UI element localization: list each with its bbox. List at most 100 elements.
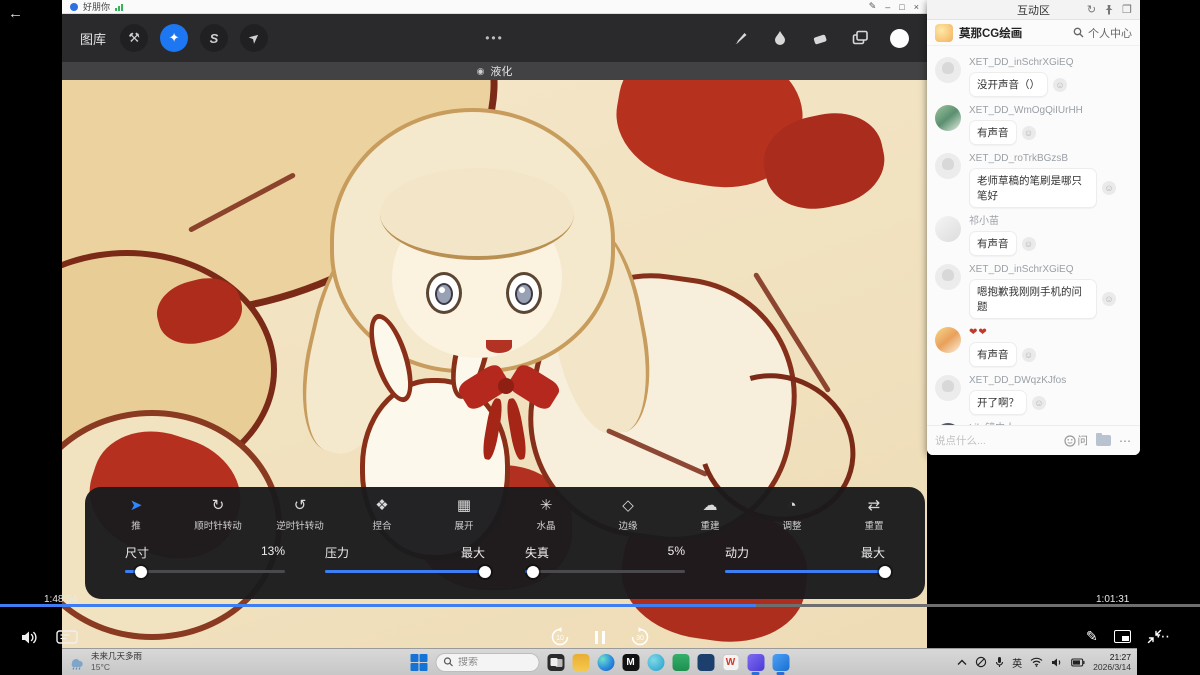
emoji-react-icon[interactable]: ☺ (1032, 396, 1046, 410)
message-bubble: 有声音 (969, 120, 1017, 145)
search-icon[interactable] (1073, 27, 1084, 38)
liquify-tool-edge[interactable]: ◇边缘 (599, 496, 657, 532)
artwork-shape (486, 340, 512, 353)
chat-message-list[interactable]: XET_DD_inSchrXGiEQ 没开声音（）☺ XET_DD_WmOgQi… (927, 46, 1140, 455)
wifi-icon[interactable] (1030, 657, 1043, 667)
app-navy-icon[interactable] (697, 654, 714, 671)
player-more-icon[interactable]: ⋯ (1156, 628, 1171, 645)
do-not-disturb-icon[interactable] (975, 656, 987, 668)
message-username: ❤❤ (969, 326, 1132, 339)
back-icon[interactable]: ← (8, 5, 23, 22)
liquify-tool-pinch[interactable]: ❖捏合 (353, 496, 411, 532)
battery-icon[interactable] (1071, 658, 1085, 667)
emoji-react-icon[interactable]: ☺ (1022, 348, 1036, 362)
adjustments-wand-icon[interactable]: ✦ (160, 24, 188, 52)
ask-question-button[interactable]: 问 (1064, 433, 1089, 448)
language-indicator[interactable]: 英 (1012, 655, 1022, 670)
emoji-react-icon[interactable]: ☺ (1102, 292, 1116, 306)
refresh-icon[interactable]: ↻ (1087, 3, 1096, 16)
wps-office-icon[interactable]: W (722, 654, 739, 671)
chat-more-icon[interactable]: ⋯ (1119, 434, 1132, 448)
eraser-icon[interactable] (810, 28, 830, 48)
emoji-react-icon[interactable]: ☺ (1022, 126, 1036, 140)
pip-icon[interactable] (1114, 630, 1131, 643)
notes-pencil-icon[interactable]: ✎ (1086, 628, 1098, 645)
taskbar-search-input[interactable] (458, 657, 528, 668)
smudge-icon[interactable] (770, 28, 790, 48)
microphone-icon[interactable] (995, 656, 1004, 668)
selection-icon[interactable]: S (200, 24, 228, 52)
pressure-slider[interactable]: 压力最大 (325, 544, 485, 573)
weather-widget[interactable]: 未来几天多雨 15°C (68, 651, 142, 673)
taskbar-clock[interactable]: 21:27 2026/3/14 (1093, 652, 1131, 672)
layers-icon[interactable] (850, 28, 870, 48)
momentum-slider[interactable]: 动力最大 (725, 544, 885, 573)
popout-icon[interactable]: ❐ (1122, 3, 1132, 16)
app-purple-running-icon[interactable] (747, 654, 764, 671)
liquify-tool-expand[interactable]: ▦展开 (435, 496, 493, 532)
speaker-icon[interactable] (1051, 657, 1063, 668)
message-bubble: 老师草稿的笔刷是哪只笔好 (969, 168, 1097, 208)
avatar[interactable] (935, 327, 961, 353)
actions-wrench-icon[interactable]: ⚒ (120, 24, 148, 52)
liquify-tool-reset[interactable]: ⇄重置 (845, 496, 903, 532)
color-swatch[interactable] (890, 29, 909, 48)
slider-knob[interactable] (135, 566, 147, 578)
emoji-react-icon[interactable]: ☺ (1102, 181, 1116, 195)
forward-30-icon[interactable]: 30 (629, 626, 651, 647)
app-green-icon[interactable] (672, 654, 689, 671)
liquify-tool-crystal[interactable]: ✳水晶 (517, 496, 575, 532)
distortion-slider[interactable]: 失真5% (525, 544, 685, 573)
avatar[interactable] (935, 105, 961, 131)
volume-icon[interactable] (20, 629, 39, 646)
brush-icon[interactable] (730, 28, 750, 48)
liquify-tool-twirl-cw[interactable]: ↻顺时针转动 (189, 496, 247, 532)
avatar[interactable] (935, 216, 961, 242)
size-slider[interactable]: 尺寸13% (125, 544, 285, 573)
maximize-button[interactable]: □ (899, 2, 904, 12)
liquify-tool-push[interactable]: ➤推 (107, 496, 165, 532)
folder-icon[interactable] (1096, 435, 1111, 446)
chat-input[interactable] (935, 435, 1056, 447)
running-indicator (752, 672, 760, 675)
emoji-react-icon[interactable]: ☺ (1022, 237, 1036, 251)
rewind-10-icon[interactable]: 10 (549, 626, 571, 647)
pause-button[interactable] (595, 629, 605, 644)
file-explorer-icon[interactable] (572, 654, 589, 671)
avatar[interactable] (935, 375, 961, 401)
emoji-react-icon[interactable]: ☺ (1053, 78, 1067, 92)
video-player-stage: ← 好朋你 ✎ – □ × 图库 ⚒ ✦ S ➤ ••• (0, 0, 1200, 675)
chat-panel-title: 互动区 (1017, 2, 1050, 18)
avatar[interactable] (935, 57, 961, 83)
edge-browser-icon[interactable] (597, 654, 614, 671)
channel-avatar[interactable] (935, 24, 953, 42)
liquify-tool-adjust[interactable]: ◔调整 (763, 496, 821, 532)
message-bubble: 有声音 (969, 342, 1017, 367)
player-right-controls: ✎ (1086, 628, 1162, 645)
avatar[interactable] (935, 153, 961, 179)
app-m-icon[interactable]: M (622, 654, 639, 671)
liquify-tool-reconstruct[interactable]: ☁重建 (681, 496, 739, 532)
quark-browser-icon[interactable] (647, 654, 664, 671)
taskbar-search[interactable] (435, 653, 539, 672)
message-bubble: 没开声音（） (969, 72, 1048, 97)
slider-knob[interactable] (479, 566, 491, 578)
annotate-icon[interactable]: ✎ (869, 1, 877, 12)
profile-link[interactable]: 个人中心 (1088, 25, 1132, 41)
minimize-button[interactable]: – (885, 2, 890, 12)
liquify-tool-twirl-ccw[interactable]: ↺逆时针转动 (271, 496, 329, 532)
toolbar-drag-dots[interactable]: ••• (485, 31, 504, 45)
tray-chevron-icon[interactable] (957, 659, 967, 666)
slider-knob[interactable] (527, 566, 539, 578)
start-button[interactable] (410, 654, 427, 671)
app-blue-running-icon[interactable] (772, 654, 789, 671)
pin-icon[interactable] (1104, 4, 1114, 15)
video-progress-bar[interactable] (0, 604, 1200, 607)
close-button[interactable]: × (914, 2, 919, 12)
danmaku-icon[interactable] (56, 630, 78, 646)
transform-arrow-icon[interactable]: ➤ (240, 24, 268, 52)
task-view-icon[interactable] (547, 654, 564, 671)
slider-knob[interactable] (879, 566, 891, 578)
gallery-button[interactable]: 图库 (80, 29, 106, 48)
avatar[interactable] (935, 264, 961, 290)
